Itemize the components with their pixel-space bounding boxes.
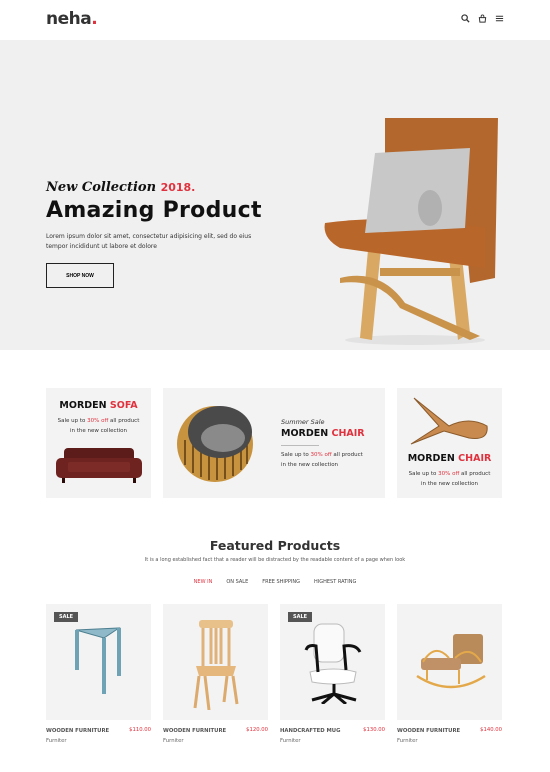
- tab-new-in[interactable]: NEW IN: [194, 579, 213, 585]
- banner-chair[interactable]: MORDEN CHAIR Sale up to 30% off all prod…: [397, 388, 502, 498]
- product-category: Furniter: [163, 738, 184, 744]
- sale-badge: SALE: [288, 612, 313, 622]
- stool-image: [75, 627, 121, 694]
- product-image-area[interactable]: SALE: [280, 604, 385, 720]
- product-image-area[interactable]: [397, 604, 502, 720]
- cart-icon[interactable]: [478, 14, 487, 23]
- product-image-area[interactable]: SALE: [46, 604, 151, 720]
- product-tabs: NEW IN ON SALE FREE SHIPPING HIGHEST RAT…: [0, 579, 550, 585]
- product-price: $120.00: [246, 727, 268, 733]
- product-category: Furniter: [280, 738, 301, 744]
- featured-subtitle: It is a long established fact that a rea…: [144, 557, 406, 563]
- product-card[interactable]: SALE HANDCRAFTED MUG $130.00 Furniter: [280, 604, 385, 749]
- product-category: Furniter: [397, 738, 418, 744]
- product-price: $110.00: [129, 727, 151, 733]
- search-icon[interactable]: [461, 14, 470, 23]
- product-name[interactable]: WOODEN FURNITURE: [163, 728, 226, 734]
- product-card[interactable]: WOODEN FURNITURE $120.00 Furniter: [163, 604, 268, 749]
- tab-highest-rating[interactable]: HIGHEST RATING: [314, 579, 356, 585]
- banner-description: Sale up to 30% off all product in the new…: [281, 452, 363, 468]
- tab-on-sale[interactable]: ON SALE: [226, 579, 248, 585]
- tab-free-shipping[interactable]: FREE SHIPPING: [262, 579, 300, 585]
- product-image-area[interactable]: [163, 604, 268, 720]
- logo[interactable]: neha.: [46, 9, 98, 29]
- banner-chair-summer[interactable]: Summer Sale MORDEN CHAIR Sale up to 30% …: [163, 388, 385, 498]
- wooden-chair-image: [193, 620, 239, 710]
- product-price: $140.00: [480, 727, 502, 733]
- hero-description: Lorem ipsum dolor sit amet, consectetur …: [46, 233, 252, 250]
- rocking-chair-image: [416, 634, 486, 689]
- product-name[interactable]: HANDCRAFTED MUG: [280, 728, 340, 734]
- product-card[interactable]: WOODEN FURNITURE $140.00 Furniter: [397, 604, 502, 749]
- shop-now-button[interactable]: SHOP NOW: [46, 263, 114, 288]
- product-category: Furniter: [46, 738, 67, 744]
- hero-title: Amazing Product: [46, 198, 262, 223]
- product-name[interactable]: WOODEN FURNITURE: [46, 728, 109, 734]
- banner-sofa[interactable]: MORDEN SOFA Sale up to 30% off all produ…: [46, 388, 151, 498]
- divider: [281, 445, 319, 446]
- banner-description: Sale up to 30% off all product in the new…: [408, 471, 491, 487]
- product-name[interactable]: WOODEN FURNITURE: [397, 728, 460, 734]
- sale-badge: SALE: [54, 612, 79, 622]
- banner-kicker: Summer Sale: [281, 418, 325, 426]
- header: neha.: [0, 0, 550, 40]
- hero-kicker: New Collection 2018.: [46, 180, 196, 195]
- product-card[interactable]: SALE WOODEN FURNITURE $110.00 Furniter: [46, 604, 151, 749]
- round-chair-image: [177, 406, 253, 482]
- hero-chair-image: [324, 118, 498, 345]
- lounge-chair-image: [410, 397, 488, 445]
- banner-description: Sale up to 30% off all product in the new…: [57, 418, 140, 434]
- product-price: $130.00: [363, 727, 385, 733]
- sofa-image: [56, 448, 142, 483]
- hero-banner: New Collection 2018. Amazing Product Lor…: [0, 40, 550, 350]
- menu-icon[interactable]: [495, 14, 504, 23]
- office-chair-image: [304, 623, 362, 704]
- featured-title: Featured Products: [209, 538, 341, 553]
